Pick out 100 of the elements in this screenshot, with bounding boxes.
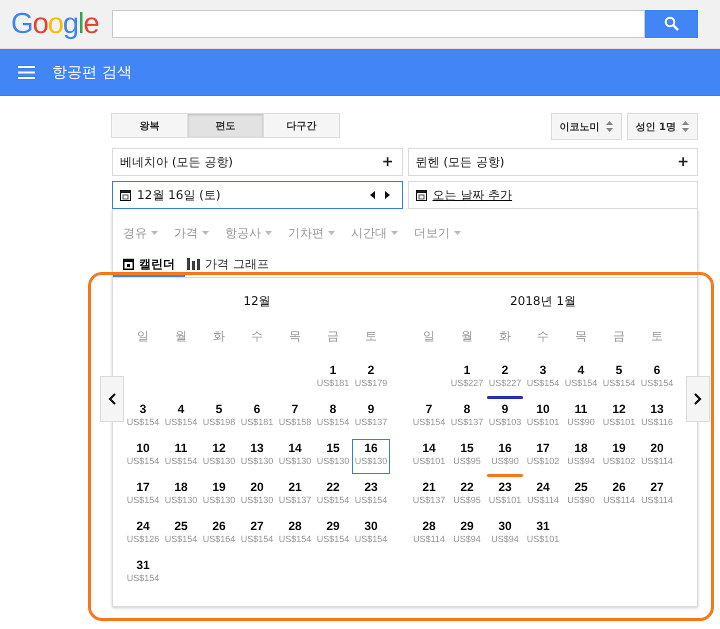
caret-icon bbox=[202, 231, 209, 235]
day-cell[interactable]: 4 US$154 bbox=[562, 361, 600, 396]
day-cell[interactable]: 28 US$154 bbox=[276, 517, 314, 552]
weekday-label: 금 bbox=[326, 328, 340, 345]
day-cell[interactable]: 16 US$130 bbox=[352, 439, 390, 474]
day-cell[interactable]: 13 US$130 bbox=[238, 439, 276, 474]
search-button[interactable] bbox=[645, 10, 698, 38]
day-cell[interactable]: 23 US$154 bbox=[352, 478, 390, 513]
day-cell[interactable]: 29 US$94 bbox=[448, 517, 486, 552]
previous-month-button[interactable] bbox=[100, 376, 124, 422]
origin-field[interactable]: 베네치아 (모든 공항) + bbox=[112, 148, 402, 176]
trip-type-tab[interactable]: 왕복 bbox=[111, 113, 188, 138]
previous-day-icon[interactable] bbox=[370, 191, 374, 199]
day-cell[interactable]: 26 US$164 bbox=[200, 517, 238, 552]
day-cell[interactable]: 22 US$154 bbox=[314, 478, 352, 513]
trip-type-tab[interactable]: 편도 bbox=[187, 113, 264, 138]
add-return-date-link[interactable]: 오는 날짜 추가 bbox=[432, 186, 512, 204]
weekday-label: 화 bbox=[498, 328, 512, 345]
day-cell[interactable]: 14 US$101 bbox=[410, 439, 448, 474]
day-cell[interactable]: 12 US$130 bbox=[200, 439, 238, 474]
next-month-button[interactable] bbox=[686, 376, 710, 422]
day-cell[interactable]: 12 US$101 bbox=[600, 400, 638, 435]
day-cell[interactable]: 11 US$90 bbox=[562, 400, 600, 435]
trip-type-tab[interactable]: 다구간 bbox=[263, 113, 340, 138]
day-cell[interactable]: 15 US$130 bbox=[314, 439, 352, 474]
day-cell[interactable]: 2 US$179 bbox=[352, 361, 390, 396]
cabin-select[interactable]: 이코노미 bbox=[550, 113, 622, 140]
day-cell[interactable]: 31 US$101 bbox=[524, 517, 562, 552]
day-cell[interactable]: 27 US$114 bbox=[638, 478, 676, 513]
view-tab[interactable]: 가격 그래프 bbox=[187, 255, 269, 273]
chevron-left-icon bbox=[108, 393, 116, 405]
day-cell[interactable]: 24 US$126 bbox=[124, 517, 162, 552]
add-airport-button[interactable]: + bbox=[382, 154, 394, 170]
passenger-select[interactable]: 성인 1명 bbox=[626, 113, 698, 140]
day-cell[interactable]: 5 US$198 bbox=[200, 400, 238, 435]
day-cell[interactable]: 30 US$94 bbox=[486, 517, 524, 552]
day-cell[interactable]: 4 US$154 bbox=[162, 400, 200, 435]
day-cell[interactable]: 26 US$114 bbox=[600, 478, 638, 513]
day-cell[interactable]: 7 US$158 bbox=[276, 400, 314, 435]
sort-icon bbox=[606, 121, 613, 132]
day-cell[interactable]: 16 US$90 bbox=[486, 439, 524, 474]
day-cell[interactable]: 25 US$90 bbox=[562, 478, 600, 513]
sort-icon bbox=[682, 121, 689, 132]
day-cell[interactable]: 8 US$154 bbox=[314, 400, 352, 435]
day-cell[interactable]: 9 US$137 bbox=[352, 400, 390, 435]
departure-date-field[interactable]: 12월 16일 (토) bbox=[112, 181, 402, 209]
month-title: 12월 bbox=[242, 293, 272, 309]
menu-icon[interactable] bbox=[18, 66, 35, 79]
calendar-icon bbox=[123, 258, 134, 270]
caret-icon bbox=[454, 231, 461, 235]
day-cell[interactable]: 19 US$130 bbox=[200, 478, 238, 513]
day-cell[interactable]: 20 US$130 bbox=[238, 478, 276, 513]
day-cell[interactable]: 1 US$181 bbox=[314, 361, 352, 396]
weekday-label: 일 bbox=[136, 328, 150, 345]
day-cell[interactable]: 9 US$103 bbox=[486, 400, 524, 435]
day-cell[interactable]: 10 US$101 bbox=[524, 400, 562, 435]
caret-icon bbox=[151, 231, 158, 235]
day-cell[interactable]: 2 US$227 bbox=[486, 361, 524, 396]
day-cell[interactable]: 6 US$154 bbox=[638, 361, 676, 396]
day-cell[interactable]: 21 US$137 bbox=[276, 478, 314, 513]
day-cell[interactable]: 25 US$154 bbox=[162, 517, 200, 552]
day-cell[interactable]: 22 US$95 bbox=[448, 478, 486, 513]
day-cell[interactable]: 3 US$154 bbox=[124, 400, 162, 435]
view-tab[interactable]: 캘린더 bbox=[123, 255, 175, 273]
day-cell[interactable]: 20 US$114 bbox=[638, 439, 676, 474]
weekday-label: 목 bbox=[288, 328, 302, 345]
search-field[interactable] bbox=[112, 10, 645, 38]
add-airport-button[interactable]: + bbox=[677, 154, 689, 170]
day-cell[interactable]: 21 US$137 bbox=[410, 478, 448, 513]
day-cell[interactable]: 31 US$154 bbox=[124, 556, 162, 591]
day-cell[interactable]: 29 US$154 bbox=[314, 517, 352, 552]
day-cell[interactable]: 30 US$154 bbox=[352, 517, 390, 552]
day-cell[interactable]: 5 US$154 bbox=[600, 361, 638, 396]
day-cell[interactable]: 7 US$154 bbox=[410, 400, 448, 435]
day-cell[interactable]: 18 US$130 bbox=[162, 478, 200, 513]
calendar-icon bbox=[416, 190, 426, 200]
day-cell[interactable]: 23 US$101 bbox=[486, 478, 524, 513]
day-cell[interactable]: 6 US$181 bbox=[238, 400, 276, 435]
day-cell[interactable]: 15 US$95 bbox=[448, 439, 486, 474]
day-cell[interactable]: 11 US$154 bbox=[162, 439, 200, 474]
app-title: 항공편 검색 bbox=[52, 63, 132, 82]
day-cell[interactable]: 8 US$137 bbox=[448, 400, 486, 435]
day-cell[interactable]: 17 US$102 bbox=[524, 439, 562, 474]
caret-icon bbox=[265, 231, 272, 235]
destination-field[interactable]: 뮌헨 (모든 공항) + bbox=[408, 148, 698, 176]
day-cell[interactable]: 17 US$154 bbox=[124, 478, 162, 513]
day-cell[interactable]: 24 US$114 bbox=[524, 478, 562, 513]
day-cell[interactable]: 18 US$94 bbox=[562, 439, 600, 474]
day-cell[interactable]: 19 US$102 bbox=[600, 439, 638, 474]
day-cell[interactable]: 13 US$116 bbox=[638, 400, 676, 435]
day-cell[interactable]: 14 US$130 bbox=[276, 439, 314, 474]
day-cell[interactable]: 27 US$154 bbox=[238, 517, 276, 552]
weekday-label: 토 bbox=[364, 328, 378, 345]
day-cell[interactable]: 1 US$227 bbox=[448, 361, 486, 396]
day-cell[interactable]: 28 US$114 bbox=[410, 517, 448, 552]
search-icon bbox=[664, 16, 680, 32]
chevron-right-icon bbox=[694, 393, 702, 405]
next-day-icon[interactable] bbox=[384, 191, 390, 199]
day-cell[interactable]: 10 US$154 bbox=[124, 439, 162, 474]
day-cell[interactable]: 3 US$154 bbox=[524, 361, 562, 396]
